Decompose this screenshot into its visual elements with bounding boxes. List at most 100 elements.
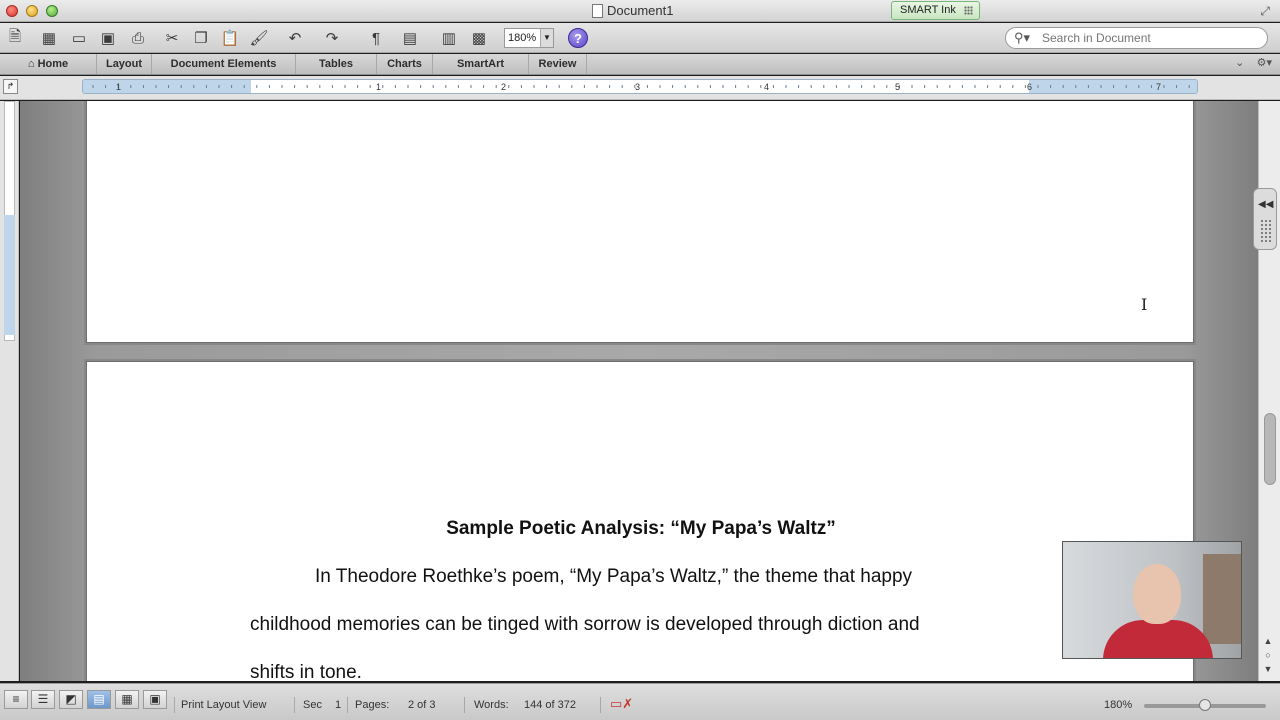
tab-home[interactable]: ⌂ Home bbox=[0, 54, 97, 74]
ruler-number: 4 bbox=[764, 82, 769, 92]
pages-value: 2 of 3 bbox=[408, 699, 436, 711]
document-heading[interactable]: Sample Poetic Analysis: “My Papa’s Waltz… bbox=[87, 518, 1195, 540]
status-bar: ≡ ☰ ◩ ▤ ▦ ▣ Print Layout View Sec 1 Page… bbox=[0, 683, 1280, 720]
tab-home-label: Home bbox=[37, 58, 69, 70]
title-bar: Document1 SMART Ink ⤢ bbox=[0, 0, 1280, 22]
zoom-percent: 180% bbox=[1104, 699, 1133, 711]
templates-icon[interactable]: ▦ bbox=[38, 27, 60, 49]
ruler-number: 1 bbox=[376, 82, 381, 92]
section-label: Sec bbox=[303, 699, 322, 711]
paragraph-line[interactable]: In Theodore Roethke’s poem, “My Papa’s W… bbox=[315, 566, 912, 588]
paragraph-line[interactable]: shifts in tone. bbox=[250, 662, 362, 681]
notebook-view-button[interactable]: ▦ bbox=[115, 690, 139, 709]
webcam-shelf bbox=[1203, 554, 1241, 644]
window-title: Document1 bbox=[592, 3, 673, 18]
horizontal-ruler-row: ↱ 1 1 2 3 4 5 6 7 bbox=[0, 76, 1280, 100]
chevron-down-icon[interactable]: ▼ bbox=[540, 29, 553, 47]
gallery-icon[interactable]: ▥ bbox=[438, 27, 460, 49]
ribbon-options[interactable]: ⌄ ⚙▾ bbox=[1235, 56, 1272, 69]
sidebar-icon[interactable]: ▤ bbox=[399, 27, 421, 49]
double-chevron-left-icon: ◀◀ bbox=[1258, 199, 1274, 210]
view-name: Print Layout View bbox=[181, 699, 267, 711]
browse-object-icon[interactable]: ○ bbox=[1261, 650, 1275, 663]
smart-ink-button[interactable]: SMART Ink bbox=[891, 1, 980, 20]
previous-page-icon[interactable]: ▲ bbox=[1261, 636, 1275, 649]
pilcrow-icon[interactable]: ¶ bbox=[365, 27, 387, 49]
zoom-select[interactable]: 180% ▼ bbox=[504, 28, 554, 48]
words-label: Words: bbox=[474, 699, 509, 711]
copy-icon[interactable]: ❐ bbox=[190, 27, 212, 49]
undo-icon[interactable]: ↶ bbox=[284, 27, 306, 49]
open-icon[interactable]: ▭ bbox=[68, 27, 90, 49]
close-window-button[interactable] bbox=[6, 5, 18, 17]
horizontal-ruler[interactable]: 1 1 2 3 4 5 6 7 bbox=[82, 79, 1198, 94]
format-painter-icon[interactable]: 🖌 bbox=[248, 27, 270, 49]
cut-icon[interactable]: ✂ bbox=[161, 27, 183, 49]
paste-icon[interactable]: 📋 bbox=[219, 27, 241, 49]
new-document-icon[interactable]: 🗎 bbox=[4, 27, 26, 49]
media-browser-icon[interactable]: ▩ bbox=[468, 27, 490, 49]
tab-layout[interactable]: Layout bbox=[97, 54, 152, 74]
divider bbox=[600, 697, 601, 713]
minimize-window-button[interactable] bbox=[26, 5, 38, 17]
ruler-ticks: 1 1 2 3 4 5 6 7 bbox=[92, 82, 1190, 92]
window-title-text: Document1 bbox=[607, 3, 674, 18]
pages-label: Pages: bbox=[355, 699, 390, 711]
vertical-ruler-margin bbox=[4, 215, 15, 335]
standard-toolbar: 🗎 ▦ ▭ ▣ ⎙ ✂ ❐ 📋 🖌 ↶ ↷ ¶ ▤ ▥ ▩ 180% ▼ ? ⚲… bbox=[0, 23, 1280, 53]
tab-tables[interactable]: Tables bbox=[296, 54, 377, 74]
print-icon[interactable]: ⎙ bbox=[127, 27, 149, 49]
chevron-down-icon[interactable]: ⌄ bbox=[1235, 57, 1244, 69]
tab-stop-selector[interactable]: ↱ bbox=[3, 79, 18, 94]
vertical-ruler[interactable] bbox=[0, 101, 19, 681]
page[interactable]: I bbox=[86, 101, 1194, 343]
outline-view-button[interactable]: ☰ bbox=[31, 690, 55, 709]
paragraph-line[interactable]: childhood memories can be tinged with so… bbox=[250, 614, 920, 636]
page[interactable]: Sample Poetic Analysis: “My Papa’s Waltz… bbox=[86, 361, 1194, 681]
zoom-window-button[interactable] bbox=[46, 5, 58, 17]
i-beam-cursor-icon: I bbox=[1141, 295, 1148, 314]
ruler-number: 1 bbox=[116, 82, 121, 92]
ruler-number: 7 bbox=[1156, 82, 1161, 92]
spelling-check-icon[interactable]: ▭✗ bbox=[610, 696, 633, 712]
sidebar-handle[interactable]: ◀◀ bbox=[1253, 188, 1277, 250]
save-icon[interactable]: ▣ bbox=[97, 27, 119, 49]
fullscreen-icon[interactable]: ⤢ bbox=[1260, 4, 1270, 19]
smart-ink-label: SMART Ink bbox=[900, 4, 956, 16]
section-value: 1 bbox=[335, 699, 342, 711]
publishing-view-button[interactable]: ◩ bbox=[59, 690, 83, 709]
webcam-overlay bbox=[1062, 541, 1242, 659]
divider bbox=[464, 697, 465, 713]
divider bbox=[347, 697, 348, 713]
scrollbar-thumb[interactable] bbox=[1264, 413, 1276, 485]
ruler-number: 6 bbox=[1027, 82, 1032, 92]
divider bbox=[294, 697, 295, 713]
tab-smartart[interactable]: SmartArt bbox=[433, 54, 529, 74]
home-icon: ⌂ bbox=[27, 58, 35, 70]
document-icon bbox=[592, 3, 603, 18]
draft-view-button[interactable]: ≡ bbox=[4, 690, 28, 709]
tab-review[interactable]: Review bbox=[529, 54, 587, 74]
ruler-number: 2 bbox=[501, 82, 506, 92]
tab-charts[interactable]: Charts bbox=[377, 54, 433, 74]
grip-icon bbox=[1260, 219, 1272, 243]
next-page-icon[interactable]: ▼ bbox=[1261, 664, 1275, 677]
zoom-slider-knob[interactable] bbox=[1199, 699, 1211, 711]
search-icon[interactable]: ⚲▾ bbox=[1014, 30, 1030, 46]
grip-icon bbox=[964, 6, 973, 15]
focus-view-button[interactable]: ▣ bbox=[143, 690, 167, 709]
ruler-number: 5 bbox=[895, 82, 900, 92]
divider bbox=[174, 697, 175, 713]
help-icon[interactable]: ? bbox=[568, 28, 588, 48]
ruler-number: 3 bbox=[635, 82, 640, 92]
webcam-person-head bbox=[1133, 564, 1181, 624]
gear-icon[interactable]: ⚙▾ bbox=[1257, 57, 1272, 69]
search-field[interactable]: ⚲▾ bbox=[1005, 27, 1268, 49]
redo-icon[interactable]: ↷ bbox=[321, 27, 343, 49]
print-layout-view-button[interactable]: ▤ bbox=[87, 690, 111, 709]
tab-document-elements[interactable]: Document Elements bbox=[152, 54, 296, 74]
words-value: 144 of 372 bbox=[524, 699, 576, 711]
search-input[interactable] bbox=[1042, 31, 1262, 45]
zoom-value: 180% bbox=[508, 32, 537, 44]
ribbon-tabs: ⌂ Home Layout Document Elements Tables C… bbox=[0, 54, 1280, 75]
